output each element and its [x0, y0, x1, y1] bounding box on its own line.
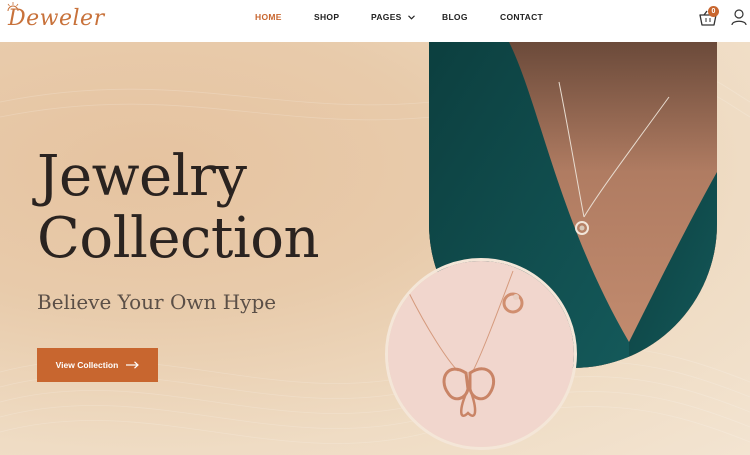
sun-logo-icon — [7, 2, 19, 12]
pendant-circle-photo — [385, 258, 577, 450]
nav-home[interactable]: HOME — [255, 12, 282, 22]
chevron-down-icon — [408, 15, 416, 20]
arrow-right-icon — [126, 361, 140, 369]
hero-subtitle: Believe Your Own Hype — [37, 290, 277, 314]
butterfly-pendant-illustration — [388, 261, 574, 447]
hero-title-line-2: Collection — [37, 206, 320, 271]
nav-blog[interactable]: BLOG — [442, 12, 468, 22]
site-header: Deweler HOME SHOP PAGES BLOG CONTACT 0 — [0, 0, 750, 42]
cart-count-badge: 0 — [708, 6, 719, 17]
nav-pages-label: PAGES — [371, 12, 402, 22]
view-collection-label: View Collection — [55, 360, 119, 370]
hero-section: Jewelry Collection Believe Your Own Hype… — [0, 42, 750, 455]
nav-contact[interactable]: CONTACT — [500, 12, 543, 22]
hero-title-line-1: Jewelry — [37, 144, 247, 209]
nav-shop[interactable]: SHOP — [314, 12, 339, 22]
main-nav: HOME SHOP PAGES BLOG CONTACT — [0, 12, 750, 28]
nav-pages[interactable]: PAGES — [371, 12, 416, 22]
hero-title: Jewelry Collection — [37, 144, 320, 271]
user-icon[interactable] — [731, 9, 747, 26]
view-collection-button[interactable]: View Collection — [37, 348, 158, 382]
